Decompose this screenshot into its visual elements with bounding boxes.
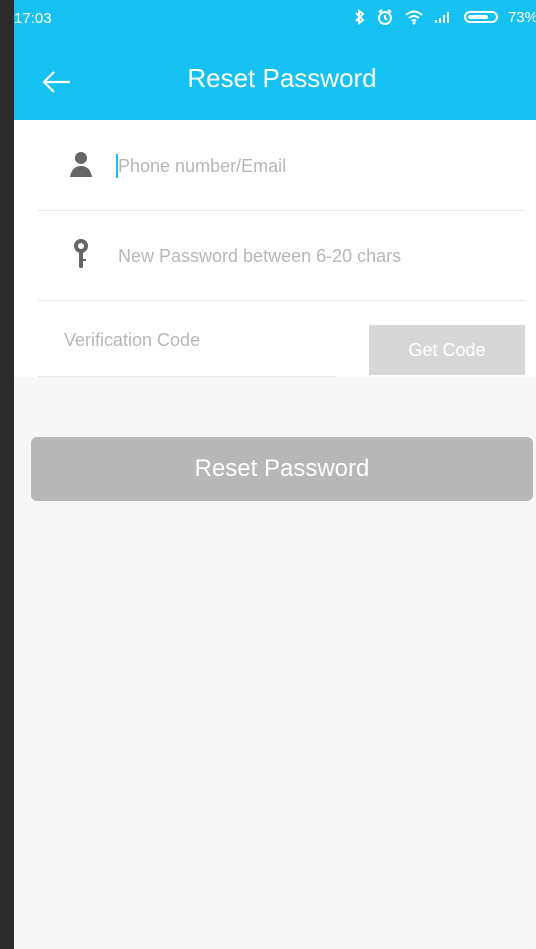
- phone-email-input[interactable]: [116, 144, 516, 188]
- wifi-icon: [405, 10, 423, 25]
- battery-percentage: 73%: [507, 8, 536, 26]
- page-title: Reset Password: [187, 63, 377, 93]
- reset-password-screen: 17:03 73% Reset Password Phone number/Em…: [14, 0, 536, 949]
- bluetooth-icon: [355, 9, 365, 25]
- status-time: 17:03: [14, 10, 52, 27]
- alarm-icon: [377, 9, 392, 25]
- signal-icon: [434, 12, 449, 23]
- reset-password-button[interactable]: Reset Password: [31, 437, 533, 501]
- new-password-row: [38, 210, 526, 301]
- user-icon: [70, 152, 92, 177]
- status-bar: 17:03 73%: [14, 0, 536, 36]
- new-password-input[interactable]: [116, 234, 516, 278]
- verification-code-row: [38, 300, 336, 377]
- key-icon: [74, 239, 88, 268]
- status-icons: 73%: [354, 8, 536, 26]
- verification-code-input[interactable]: [62, 318, 336, 362]
- get-code-button[interactable]: Get Code: [369, 325, 525, 375]
- phone-email-row: [38, 120, 526, 211]
- battery-level-fill: [467, 15, 488, 19]
- battery-icon: [463, 11, 498, 23]
- app-bar: 17:03 73% Reset Password: [14, 0, 536, 120]
- reset-password-form: Get Code: [14, 120, 536, 377]
